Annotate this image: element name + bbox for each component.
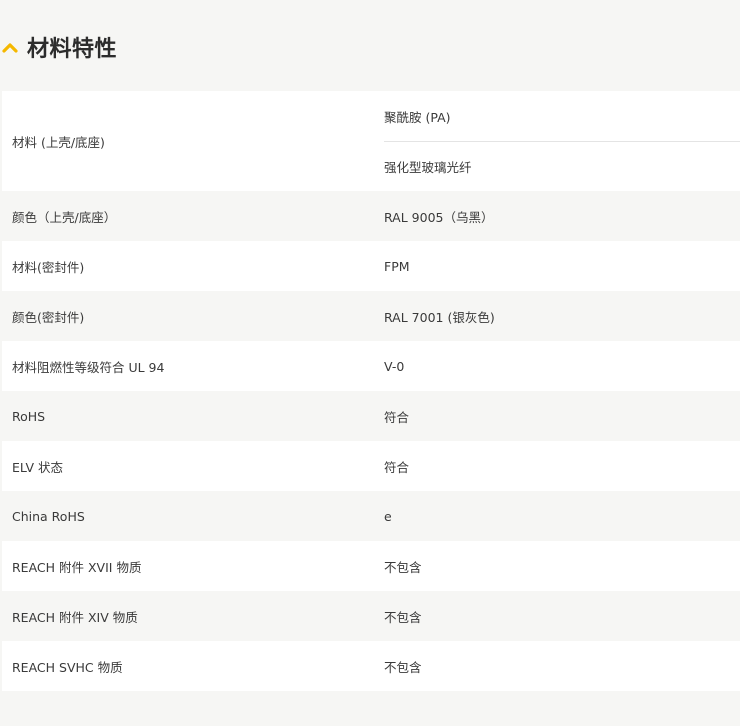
table-row: 材料阻燃性等级符合 UL 94 V-0	[2, 341, 740, 391]
property-values: 不包含	[376, 591, 740, 641]
table-row: China RoHS e	[2, 491, 740, 541]
property-label: 颜色(密封件)	[12, 309, 85, 325]
property-label: REACH SVHC 物质	[12, 659, 123, 675]
table-row: 颜色(密封件) RAL 7001 (银灰色)	[2, 291, 740, 341]
table-row: REACH 附件 XVII 物质 不包含	[2, 541, 740, 591]
table-row: REACH SVHC 物质 不包含	[2, 641, 740, 691]
property-values: 符合	[376, 441, 740, 491]
property-values: 不包含	[376, 541, 740, 591]
property-value: 符合	[384, 459, 410, 475]
table-row: 颜色（上壳/底座） RAL 9005（乌黑）	[2, 191, 740, 241]
property-value: 不包含	[384, 609, 422, 625]
property-values: V-0	[376, 341, 740, 391]
property-values: 不包含	[376, 641, 740, 691]
property-label: 颜色（上壳/底座）	[12, 209, 117, 225]
property-values: RAL 9005（乌黑）	[376, 191, 740, 241]
property-label: 材料阻燃性等级符合 UL 94	[12, 359, 165, 375]
property-value: 不包含	[384, 559, 422, 575]
property-value: 聚酰胺 (PA)	[384, 109, 451, 125]
table-row: REACH 附件 XIV 物质 不包含	[2, 591, 740, 641]
property-values: FPM	[376, 241, 740, 291]
property-value: RAL 7001 (银灰色)	[384, 309, 495, 325]
property-value: 强化型玻璃光纤	[384, 141, 740, 191]
properties-table: 材料 (上壳/底座) 聚酰胺 (PA) 强化型玻璃光纤颜色（上壳/底座） RAL 90…	[2, 91, 740, 691]
property-value: e	[384, 508, 392, 524]
chevron-up-icon	[0, 37, 20, 57]
property-label: REACH 附件 XVII 物质	[12, 559, 142, 575]
property-value: RAL 9005（乌黑）	[384, 209, 494, 225]
section-title: 材料特性	[27, 37, 118, 62]
property-label: RoHS	[12, 408, 46, 424]
property-label: REACH 附件 XIV 物质	[12, 609, 138, 625]
table-row: 材料(密封件) FPM	[2, 241, 740, 291]
property-label: ELV 状态	[12, 459, 64, 475]
table-row: ELV 状态 符合	[2, 441, 740, 491]
property-value: FPM	[384, 258, 410, 274]
property-values: RAL 7001 (银灰色)	[376, 291, 740, 341]
property-values: e	[376, 491, 740, 541]
property-label: 材料 (上壳/底座)	[12, 134, 105, 150]
table-row: RoHS 符合	[2, 391, 740, 441]
property-value: 不包含	[384, 659, 422, 675]
property-values: 符合	[376, 391, 740, 441]
property-value: V-0	[384, 358, 405, 374]
property-label: 材料(密封件)	[12, 259, 85, 275]
section-toggle[interactable]: 材料特性	[0, 28, 117, 66]
table-row: 材料 (上壳/底座) 聚酰胺 (PA) 强化型玻璃光纤	[2, 91, 740, 191]
property-value: 符合	[384, 409, 410, 425]
property-label: China RoHS	[12, 508, 85, 524]
property-values: 聚酰胺 (PA) 强化型玻璃光纤	[376, 91, 740, 191]
